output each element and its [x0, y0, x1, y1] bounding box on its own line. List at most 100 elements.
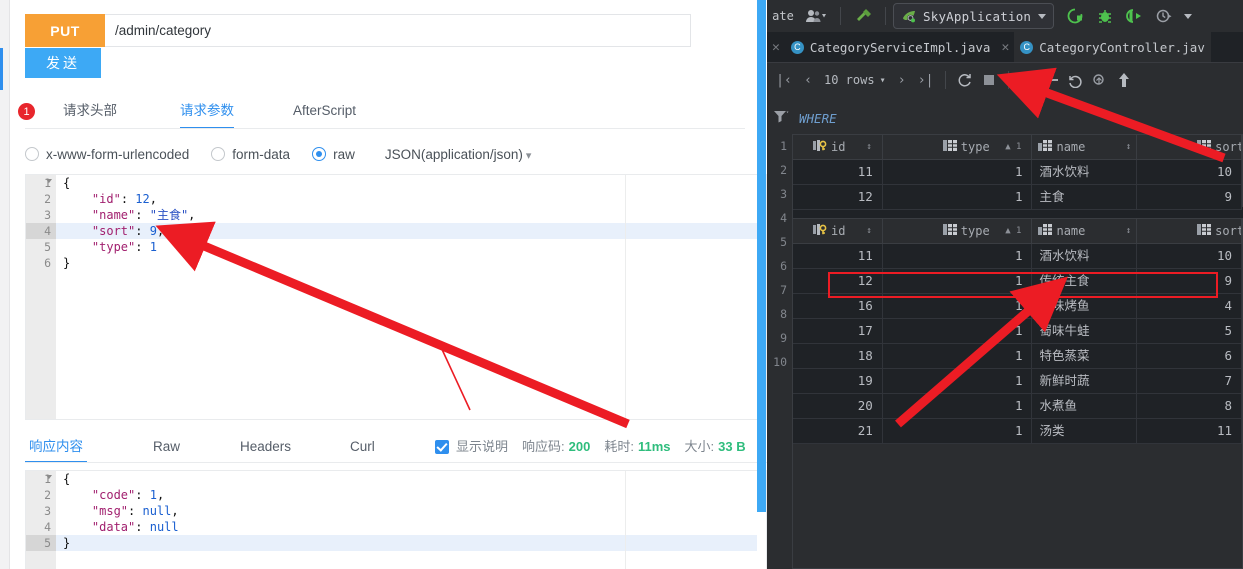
- cell-sort[interactable]: 10: [1137, 244, 1242, 268]
- cell-sort[interactable]: 7: [1137, 369, 1242, 393]
- request-url-input[interactable]: [105, 14, 691, 47]
- code-line[interactable]: {: [56, 175, 766, 191]
- table-row[interactable]: 21 1 汤类 11: [793, 419, 1242, 444]
- radio-raw[interactable]: raw: [312, 147, 355, 162]
- radio-x-www-form-urlencoded[interactable]: x-www-form-urlencoded: [25, 147, 189, 162]
- cell-name[interactable]: 汤类: [1032, 419, 1138, 443]
- column-header-name[interactable]: name ↕: [1032, 135, 1138, 159]
- vcs-users-icon[interactable]: [799, 4, 833, 28]
- cell-type[interactable]: 1: [883, 185, 1033, 209]
- submit-icon[interactable]: [1112, 68, 1136, 92]
- table-row[interactable]: 20 1 水煮鱼 8: [793, 394, 1242, 419]
- editor-tab-category-service-impl[interactable]: C CategoryServiceImpl.java: [785, 32, 997, 62]
- code-line[interactable]: {: [56, 471, 766, 487]
- close-icon[interactable]: ✕: [772, 40, 780, 55]
- filter-icon[interactable]: [773, 109, 789, 127]
- code-line[interactable]: "data": null: [56, 519, 766, 535]
- row-number[interactable]: 5: [767, 230, 792, 254]
- cell-id[interactable]: 21: [793, 419, 883, 443]
- sort-toggle-icon[interactable]: ↕: [866, 226, 871, 236]
- editor-tab-category-controller[interactable]: C CategoryController.jav: [1014, 32, 1211, 62]
- page-size-selector[interactable]: 10 rows ▾: [820, 73, 890, 87]
- row-number[interactable]: 8: [767, 302, 792, 326]
- run-with-coverage-icon[interactable]: [1120, 4, 1150, 28]
- code-line-empty[interactable]: [56, 319, 766, 335]
- first-page-icon[interactable]: |‹: [772, 68, 796, 92]
- content-type-dropdown[interactable]: JSON(application/json) ▾: [385, 147, 532, 162]
- cell-sort[interactable]: 5: [1137, 319, 1242, 343]
- row-number[interactable]: 3: [767, 182, 792, 206]
- tab-response-raw[interactable]: Raw: [153, 433, 180, 461]
- cell-type[interactable]: 1: [883, 369, 1033, 393]
- sort-toggle-icon[interactable]: ↕: [1126, 226, 1131, 236]
- fold-arrow-icon[interactable]: [46, 179, 52, 183]
- cell-name[interactable]: 主食: [1032, 185, 1138, 209]
- cell-id[interactable]: 17: [793, 319, 883, 343]
- code-line-empty[interactable]: [56, 551, 766, 567]
- column-header-sort[interactable]: sort↕: [1137, 219, 1242, 243]
- cell-type[interactable]: 1: [883, 244, 1033, 268]
- cell-name[interactable]: 传统主食: [1032, 269, 1138, 293]
- cell-sort[interactable]: 4: [1137, 294, 1242, 318]
- row-number[interactable]: 2: [767, 158, 792, 182]
- code-line[interactable]: "code": 1,: [56, 487, 766, 503]
- stop-icon[interactable]: [977, 68, 1001, 92]
- cell-sort[interactable]: 9: [1137, 185, 1242, 209]
- code-line[interactable]: "id": 12,: [56, 191, 766, 207]
- code-line-empty[interactable]: [56, 399, 766, 415]
- cell-type[interactable]: 1: [883, 344, 1033, 368]
- radio-form-data[interactable]: form-data: [211, 147, 290, 162]
- cell-id[interactable]: 11: [793, 160, 883, 184]
- sort-toggle-icon[interactable]: ↕: [1126, 142, 1131, 152]
- row-number[interactable]: 9: [767, 326, 792, 350]
- cell-type[interactable]: 1: [883, 419, 1033, 443]
- code-line-empty[interactable]: [56, 271, 766, 287]
- request-editor-code[interactable]: { "id": 12, "name": "主食", "sort": 9, "ty…: [56, 175, 766, 419]
- column-header-type[interactable]: type ▲ 1: [883, 219, 1033, 243]
- send-request-button[interactable]: 发送: [25, 48, 101, 78]
- cell-id[interactable]: 11: [793, 244, 883, 268]
- cell-sort[interactable]: 8: [1137, 394, 1242, 418]
- delete-row-icon[interactable]: [1040, 68, 1064, 92]
- cell-id[interactable]: 12: [793, 269, 883, 293]
- cell-name[interactable]: 蜀味烤鱼: [1032, 294, 1138, 318]
- column-header-name[interactable]: name ↕: [1032, 219, 1138, 243]
- cell-sort[interactable]: 6: [1137, 344, 1242, 368]
- tab-response-body[interactable]: 响应内容: [25, 433, 87, 463]
- tab-response-headers[interactable]: Headers: [240, 433, 291, 461]
- cell-sort[interactable]: 9: [1137, 269, 1242, 293]
- http-method-button[interactable]: PUT: [25, 14, 105, 47]
- row-number[interactable]: 4: [767, 206, 792, 230]
- cell-name[interactable]: 酒水饮料: [1032, 160, 1138, 184]
- code-line-empty[interactable]: [56, 351, 766, 367]
- cell-sort[interactable]: 11: [1137, 419, 1242, 443]
- cell-name[interactable]: 蜀味牛蛙: [1032, 319, 1138, 343]
- cell-type[interactable]: 1: [883, 160, 1033, 184]
- cell-sort[interactable]: 10: [1137, 160, 1242, 184]
- row-number[interactable]: 1: [767, 134, 792, 158]
- cell-type[interactable]: 1: [883, 294, 1033, 318]
- code-line[interactable]: "sort": 9,: [56, 223, 766, 239]
- cell-name[interactable]: 新鲜时蔬: [1032, 369, 1138, 393]
- truncated-menu-label[interactable]: ate: [767, 4, 799, 28]
- cell-name[interactable]: 特色蒸菜: [1032, 344, 1138, 368]
- table-row[interactable]: 19 1 新鲜时蔬 7: [793, 369, 1242, 394]
- build-hammer-icon[interactable]: [848, 4, 878, 28]
- show-description-checkbox[interactable]: [435, 440, 449, 454]
- code-line[interactable]: "name": "主食",: [56, 207, 766, 223]
- table-row[interactable]: 11 1 酒水饮料 10: [793, 244, 1242, 269]
- last-page-icon[interactable]: ›|: [914, 68, 938, 92]
- response-editor-code[interactable]: { "code": 1, "msg": null, "data": null}: [56, 471, 766, 569]
- code-line-empty[interactable]: [56, 367, 766, 383]
- run-configuration-selector[interactable]: SkyApplication: [893, 3, 1055, 29]
- cell-id[interactable]: 20: [793, 394, 883, 418]
- column-header-sort[interactable]: sort↕: [1137, 135, 1242, 159]
- tab-response-curl[interactable]: Curl: [350, 433, 375, 461]
- row-number[interactable]: 7: [767, 278, 792, 302]
- scrollbar-thumb[interactable]: [757, 0, 766, 512]
- cell-id[interactable]: 12: [793, 185, 883, 209]
- response-body-editor[interactable]: 1 2 3 45 { "code": 1, "msg": null, "data": …: [25, 470, 767, 569]
- code-line[interactable]: }: [56, 535, 766, 551]
- close-icon[interactable]: ✕: [1001, 40, 1009, 55]
- cell-type[interactable]: 1: [883, 394, 1033, 418]
